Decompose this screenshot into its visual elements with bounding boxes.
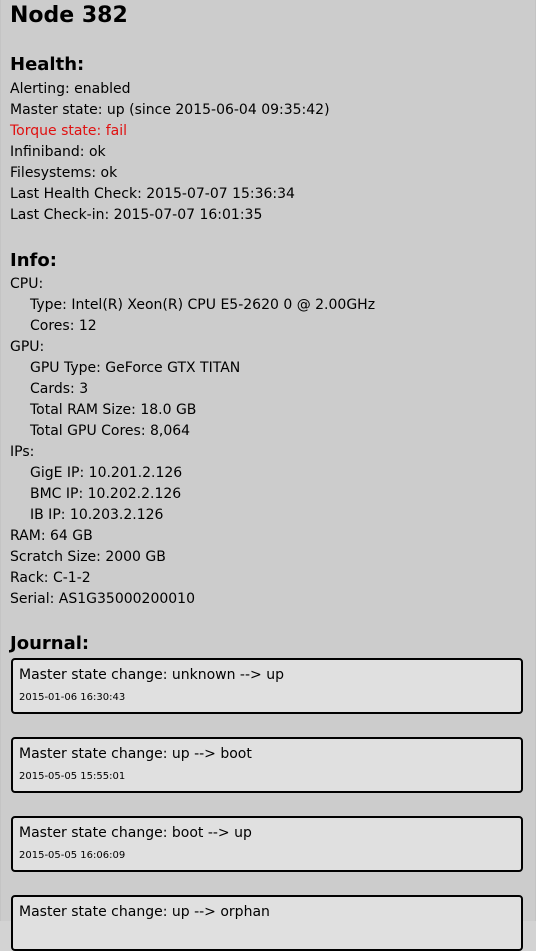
health-heading: Health: <box>10 54 85 75</box>
journal-entry-time: 2015-05-05 15:55:01 <box>19 771 126 782</box>
last-check-in: Last Check-in: 2015-07-07 16:01:35 <box>10 207 263 223</box>
cpu-cores: Cores: 12 <box>30 318 97 334</box>
journal-heading: Journal: <box>10 633 90 654</box>
rack-location: Rack: C-1-2 <box>10 570 91 586</box>
infiniband-status: Infiniband: ok <box>10 144 106 160</box>
ib-ip: IB IP: 10.203.2.126 <box>30 507 164 523</box>
cpu-label: CPU: <box>10 276 44 292</box>
journal-entry[interactable]: Master state change: up --> boot 2015-05… <box>11 737 523 793</box>
gpu-cards: Cards: 3 <box>30 381 89 397</box>
gpu-ram: Total RAM Size: 18.0 GB <box>30 402 197 418</box>
serial-number: Serial: AS1G35000200010 <box>10 591 195 607</box>
journal-entry[interactable]: Master state change: boot --> up 2015-05… <box>11 816 523 872</box>
ram-size: RAM: 64 GB <box>10 528 93 544</box>
scratch-size: Scratch Size: 2000 GB <box>10 549 166 565</box>
node-detail-page: Node 382 Health: Alerting: enabled Maste… <box>0 0 536 951</box>
journal-entry-text: Master state change: up --> boot <box>19 746 252 762</box>
gpu-cores: Total GPU Cores: 8,064 <box>30 423 191 439</box>
journal-entry-text: Master state change: boot --> up <box>19 825 252 841</box>
torque-state: Torque state: fail <box>10 123 127 139</box>
filesystems-status: Filesystems: ok <box>10 165 118 181</box>
last-health-check: Last Health Check: 2015-07-07 15:36:34 <box>10 186 295 202</box>
gige-ip: GigE IP: 10.201.2.126 <box>30 465 183 481</box>
gpu-label: GPU: <box>10 339 45 355</box>
journal-entry-text: Master state change: up --> orphan <box>19 904 270 920</box>
journal-entry-time: 2015-01-06 16:30:43 <box>19 692 126 703</box>
cpu-type: Type: Intel(R) Xeon(R) CPU E5-2620 0 @ 2… <box>30 297 376 313</box>
journal-entry-time: 2015-05-05 16:06:09 <box>19 850 126 861</box>
bmc-ip: BMC IP: 10.202.2.126 <box>30 486 182 502</box>
master-state: Master state: up (since 2015-06-04 09:35… <box>10 102 330 118</box>
ips-label: IPs: <box>10 444 35 460</box>
info-heading: Info: <box>10 250 57 271</box>
journal-entry[interactable]: Master state change: unknown --> up 2015… <box>11 658 523 714</box>
journal-entry-text: Master state change: unknown --> up <box>19 667 284 683</box>
gpu-type: GPU Type: GeForce GTX TITAN <box>30 360 241 376</box>
page-title: Node 382 <box>10 3 128 28</box>
journal-entry[interactable]: Master state change: up --> orphan <box>11 895 523 951</box>
alerting-status: Alerting: enabled <box>10 81 131 97</box>
